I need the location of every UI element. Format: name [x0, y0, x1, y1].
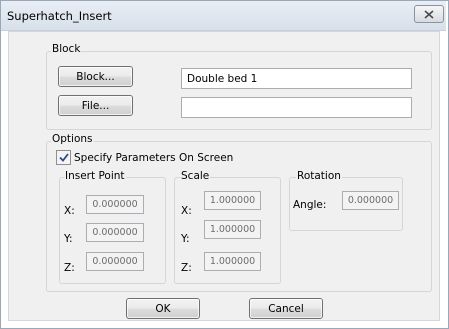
close-button[interactable] [414, 5, 444, 23]
specify-parameters-label: Specify Parameters On Screen [74, 151, 234, 164]
window-title: Superhatch_Insert [7, 9, 112, 23]
insert-z-field[interactable]: 0.000000 [86, 252, 144, 271]
scale-x-value: 1.000000 [209, 195, 256, 206]
block-group-label: Block [51, 43, 82, 55]
insert-x-label: X: [64, 205, 75, 217]
checkmark-icon [58, 153, 69, 162]
ok-button[interactable]: OK [126, 298, 200, 319]
options-group-label: Options [51, 133, 94, 145]
scale-y-value: 1.000000 [209, 224, 256, 235]
rotation-angle-value: 0.000000 [347, 195, 394, 206]
cancel-button-label: Cancel [268, 302, 304, 315]
title-bar[interactable]: Superhatch_Insert [1, 1, 446, 31]
cancel-button[interactable]: Cancel [249, 298, 323, 319]
dialog-client-area: Block Block... Double bed 1 File... Opti… [8, 31, 440, 321]
insert-x-field[interactable]: 0.000000 [86, 195, 144, 214]
block-group [46, 51, 432, 130]
specify-parameters-option[interactable]: Specify Parameters On Screen [56, 150, 233, 165]
insert-x-value: 0.000000 [92, 199, 138, 210]
scale-label: Scale [180, 170, 211, 182]
scale-z-value: 1.000000 [209, 256, 256, 267]
block-button[interactable]: Block... [58, 66, 133, 87]
file-path-field[interactable] [181, 97, 412, 118]
file-button-label: File... [81, 99, 110, 112]
rotation-label: Rotation [296, 170, 342, 182]
dialog-window: Superhatch_Insert Block Block... Double … [0, 0, 449, 329]
scale-y-label: Y: [181, 233, 190, 245]
scale-x-label: X: [181, 205, 192, 217]
scale-y-field[interactable]: 1.000000 [204, 220, 261, 239]
rotation-angle-label: Angle: [293, 199, 327, 211]
scale-z-field[interactable]: 1.000000 [204, 252, 261, 271]
insert-y-label: Y: [64, 233, 73, 245]
block-name-field[interactable]: Double bed 1 [181, 68, 412, 89]
rotation-angle-field[interactable]: 0.000000 [342, 191, 399, 210]
close-icon [424, 9, 434, 19]
block-button-label: Block... [76, 70, 115, 83]
insert-y-value: 0.000000 [92, 227, 138, 238]
specify-parameters-checkbox[interactable] [56, 150, 71, 165]
insert-z-value: 0.000000 [92, 256, 138, 267]
insert-point-label: Insert Point [64, 170, 126, 182]
scale-z-label: Z: [181, 262, 192, 274]
insert-z-label: Z: [64, 262, 75, 274]
insert-y-field[interactable]: 0.000000 [86, 223, 144, 242]
scale-x-field[interactable]: 1.000000 [204, 191, 261, 210]
block-name-value: Double bed 1 [187, 72, 258, 85]
ok-button-label: OK [155, 302, 171, 315]
file-button[interactable]: File... [58, 95, 133, 116]
